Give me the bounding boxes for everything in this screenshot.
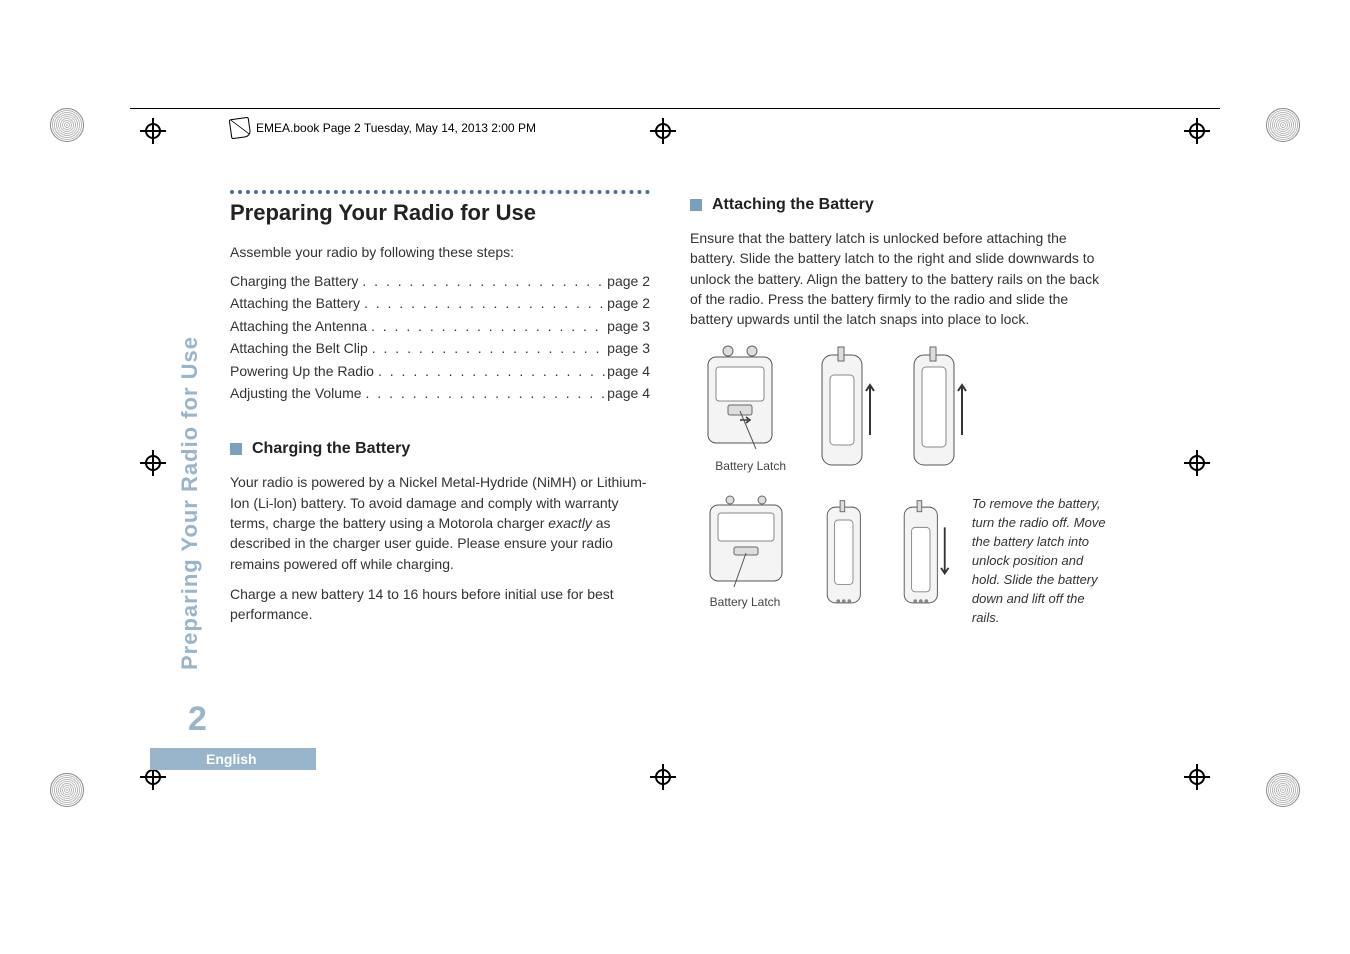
illustration-row-1: Battery Latch xyxy=(690,345,1110,475)
subheading-attaching: Attaching the Battery xyxy=(690,196,1110,214)
remove-battery-note: To remove the battery, turn the radio of… xyxy=(972,495,1110,627)
header-rule xyxy=(130,108,1220,109)
toc-label: Attaching the Antenna xyxy=(230,315,367,337)
toc-page: page 3 xyxy=(607,337,650,359)
page-title: Preparing Your Radio for Use xyxy=(230,200,650,226)
toc-dots xyxy=(360,292,607,314)
book-icon xyxy=(229,117,252,140)
registration-mark xyxy=(1184,450,1210,476)
registration-mark xyxy=(1184,118,1210,144)
language-bar: English xyxy=(150,748,316,770)
radio-side-remove-icon xyxy=(895,495,954,615)
emphasis: exactly xyxy=(548,515,592,531)
corner-disc xyxy=(1266,773,1300,807)
subheading-text: Attaching the Battery xyxy=(712,196,874,214)
toc-row: Charging the Battery page 2 xyxy=(230,270,650,292)
header-stamp-text: EMEA.book Page 2 Tuesday, May 14, 2013 2… xyxy=(256,121,536,135)
caption-latch: Battery Latch xyxy=(690,459,790,473)
registration-mark xyxy=(140,118,166,144)
toc-label: Adjusting the Volume xyxy=(230,382,362,404)
right-column: Attaching the Battery Ensure that the ba… xyxy=(690,190,1110,627)
radio-side-slide-up-icon xyxy=(810,345,882,475)
toc-row: Adjusting the Volume page 4 xyxy=(230,382,650,404)
caption-latch-2: Battery Latch xyxy=(690,595,800,609)
header-stamp: EMEA.book Page 2 Tuesday, May 14, 2013 2… xyxy=(230,118,536,138)
radio-side-locked-icon xyxy=(902,345,974,475)
toc-page: page 2 xyxy=(607,270,650,292)
radio-back-small-icon xyxy=(690,495,800,591)
body-paragraph: Your radio is powered by a Nickel Metal-… xyxy=(230,472,650,573)
toc-row: Attaching the Battery page 2 xyxy=(230,292,650,314)
subheading-text: Charging the Battery xyxy=(252,440,410,458)
toc-dots xyxy=(362,382,608,404)
language-label: English xyxy=(206,751,257,767)
toc-row: Attaching the Belt Clip page 3 xyxy=(230,337,650,359)
corner-disc xyxy=(50,773,84,807)
side-tab-title: Preparing Your Radio for Use xyxy=(172,330,208,670)
content-area: Preparing Your Radio for Use Assemble yo… xyxy=(230,190,1120,627)
toc-page: page 3 xyxy=(607,315,650,337)
radio-side-slide-down-icon xyxy=(818,495,877,615)
toc-page: page 2 xyxy=(607,292,650,314)
toc-row: Attaching the Antenna page 3 xyxy=(230,315,650,337)
registration-mark xyxy=(1184,764,1210,790)
toc-page: page 4 xyxy=(607,382,650,404)
toc-label: Powering Up the Radio xyxy=(230,360,374,382)
registration-mark xyxy=(650,118,676,144)
square-bullet-icon xyxy=(230,443,242,455)
corner-disc xyxy=(50,108,84,142)
registration-mark xyxy=(140,450,166,476)
dashed-rule xyxy=(230,190,650,194)
illustration-radio-back-latch: Battery Latch xyxy=(690,345,790,475)
toc-label: Attaching the Battery xyxy=(230,292,360,314)
page-number: 2 xyxy=(188,700,207,739)
radio-back-icon xyxy=(690,345,790,455)
body-paragraph: Ensure that the battery latch is unlocke… xyxy=(690,228,1110,329)
left-column: Preparing Your Radio for Use Assemble yo… xyxy=(230,190,650,627)
toc-list: Charging the Battery page 2 Attaching th… xyxy=(230,270,650,404)
registration-mark xyxy=(650,764,676,790)
body-paragraph: Charge a new battery 14 to 16 hours befo… xyxy=(230,584,650,625)
illustration-row-2: Battery Latch To remove the battery, tur… xyxy=(690,495,1110,627)
toc-dots xyxy=(367,315,607,337)
intro-text: Assemble your radio by following these s… xyxy=(230,244,650,260)
toc-dots xyxy=(358,270,607,292)
illustration-radio-back-latch-2: Battery Latch xyxy=(690,495,800,609)
toc-dots xyxy=(368,337,607,359)
toc-page: page 4 xyxy=(607,360,650,382)
corner-disc xyxy=(1266,108,1300,142)
square-bullet-icon xyxy=(690,199,702,211)
toc-label: Attaching the Belt Clip xyxy=(230,337,368,359)
toc-row: Powering Up the Radio page 4 xyxy=(230,360,650,382)
subheading-charging: Charging the Battery xyxy=(230,440,650,458)
toc-label: Charging the Battery xyxy=(230,270,358,292)
toc-dots xyxy=(374,360,607,382)
